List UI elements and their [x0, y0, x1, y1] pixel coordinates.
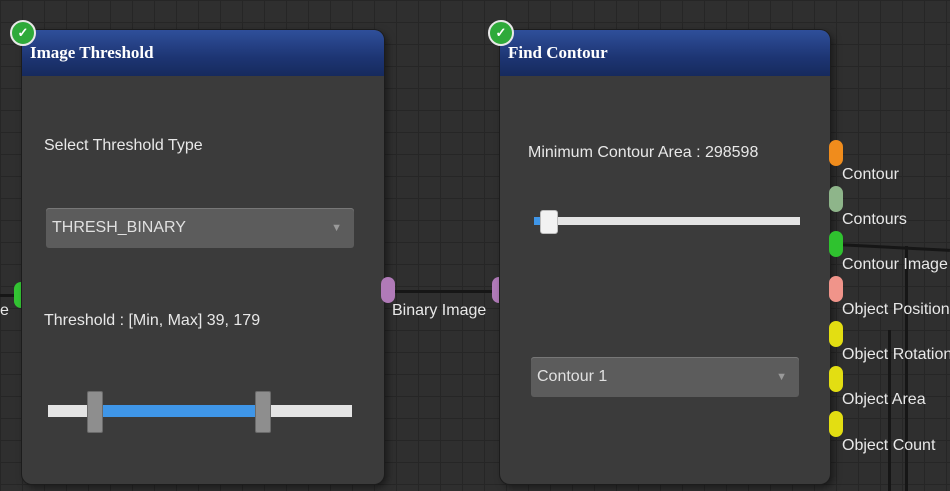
output-label-object-position: Object Position	[842, 301, 950, 318]
output-port-contours[interactable]	[829, 186, 843, 212]
node-status-check-icon: ✓	[10, 20, 36, 46]
output-port-object-count[interactable]	[829, 411, 843, 437]
output-label-contour-image: Contour Image	[842, 256, 948, 273]
node-header[interactable]: Image Threshold	[22, 30, 384, 76]
node-title: Image Threshold	[30, 43, 154, 62]
output-port-object-position[interactable]	[829, 276, 843, 302]
image-threshold-node[interactable]: Image Threshold Select Threshold Type TH…	[22, 30, 384, 484]
min-area-track[interactable]	[536, 217, 800, 225]
binary-image-output-port[interactable]	[381, 277, 395, 303]
contour-select-dropdown[interactable]: Contour 1 ▼	[531, 357, 799, 397]
threshold-range-fill	[102, 405, 262, 417]
output-label-object-rotation: Object Rotation	[842, 346, 950, 363]
threshold-max-handle[interactable]	[255, 391, 271, 433]
node-status-check-icon: ✓	[488, 20, 514, 46]
output-port-object-area[interactable]	[829, 366, 843, 392]
output-label-object-count: Object Count	[842, 437, 936, 454]
output-port-contour-image[interactable]	[829, 231, 843, 257]
wire-binary-image	[388, 290, 496, 293]
output-label-contours: Contours	[842, 211, 907, 228]
binary-image-label: Binary Image	[392, 302, 487, 319]
node-header[interactable]: Find Contour	[500, 30, 830, 76]
min-contour-area-label: Minimum Contour Area : 298598	[528, 144, 759, 161]
select-threshold-type-label: Select Threshold Type	[44, 137, 203, 154]
output-label-object-area: Object Area	[842, 391, 926, 408]
output-label-contour: Contour	[842, 166, 899, 183]
output-port-object-rotation[interactable]	[829, 321, 843, 347]
find-contour-node[interactable]: Find Contour Minimum Contour Area : 2985…	[500, 30, 830, 484]
threshold-type-dropdown[interactable]: THRESH_BINARY ▼	[46, 208, 354, 248]
node-title: Find Contour	[508, 43, 608, 62]
output-port-contour[interactable]	[829, 140, 843, 166]
chevron-down-icon: ▼	[331, 222, 342, 234]
min-area-handle[interactable]	[540, 210, 558, 234]
chevron-down-icon: ▼	[776, 371, 787, 383]
wire-contour-image-out	[837, 243, 950, 252]
dropdown-value: Contour 1	[537, 368, 608, 385]
dropdown-value: THRESH_BINARY	[52, 219, 186, 236]
threshold-range-label: Threshold : [Min, Max] 39, 179	[44, 312, 261, 329]
threshold-min-handle[interactable]	[87, 391, 103, 433]
left-edge-label: e	[0, 302, 9, 319]
